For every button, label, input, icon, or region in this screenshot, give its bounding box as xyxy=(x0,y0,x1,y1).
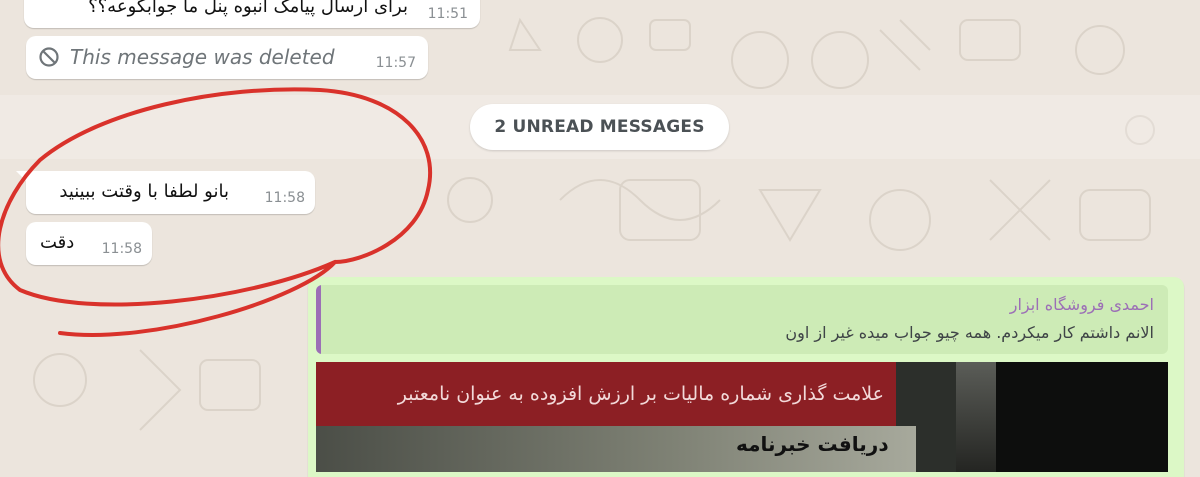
block-icon xyxy=(39,47,59,67)
photo-red-banner: علامت گذاری شماره مالیات بر ارزش افزوده … xyxy=(316,362,896,426)
quoted-message-text: الانم داشتم کار میکردم. همه چیو جواب مید… xyxy=(785,323,1154,342)
quoted-reply[interactable]: احمدی فروشگاه ابزار الانم داشتم کار میکر… xyxy=(316,285,1168,354)
message-bubble-incoming[interactable]: بانو لطفا با وقتت ببینید 11:58 xyxy=(26,171,315,214)
message-text: بانو لطفا با وقتت ببینید xyxy=(59,181,229,202)
quoted-sender-name: احمدی فروشگاه ابزار xyxy=(1009,295,1154,314)
message-text: دقت xyxy=(40,232,75,253)
message-bubble-incoming[interactable]: دقت 11:58 xyxy=(26,222,152,265)
photo-paper-text: دریافت خبرنامه xyxy=(736,432,889,456)
message-bubble-incoming[interactable]: برای ارسال پیامک انبوه پنل ما جوابگوعه؟؟… xyxy=(24,0,480,28)
quote-accent-bar xyxy=(316,285,321,354)
unread-messages-divider: 2 UNREAD MESSAGES xyxy=(470,104,729,150)
deleted-message-bubble[interactable]: This message was deleted 11:57 xyxy=(26,36,428,79)
message-text: برای ارسال پیامک انبوه پنل ما جوابگوعه؟؟ xyxy=(88,0,408,17)
message-time: 11:57 xyxy=(375,55,416,71)
bubble-tail xyxy=(16,171,28,183)
message-time: 11:51 xyxy=(427,6,468,22)
message-time: 11:58 xyxy=(264,190,305,206)
deleted-message-text: This message was deleted xyxy=(70,45,335,69)
photo-red-banner-text: علامت گذاری شماره مالیات بر ارزش افزوده … xyxy=(397,383,884,405)
message-time: 11:58 xyxy=(101,241,142,257)
